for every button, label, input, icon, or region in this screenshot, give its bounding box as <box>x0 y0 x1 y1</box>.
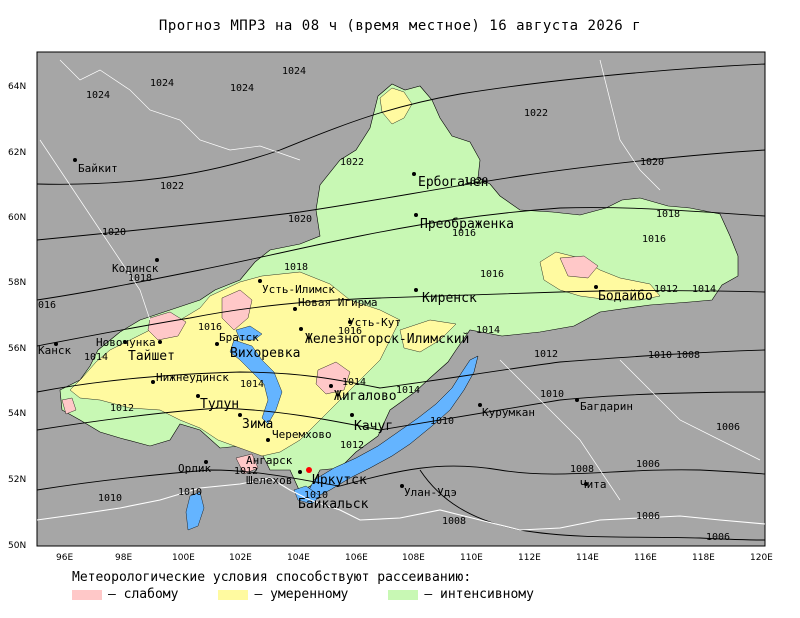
city-label-kodinsk: Кодинск <box>112 262 159 275</box>
isobar-label: 016 <box>38 300 56 311</box>
isobar-label: 1008 <box>442 516 466 527</box>
city-label-kachug: Качуг <box>354 419 393 434</box>
city-label-vikhorevka: Вихоревка <box>230 346 300 361</box>
lat-54n: 54N <box>8 409 26 419</box>
isobar-label: 1008 <box>676 350 700 361</box>
isobar-label: 1014 <box>342 377 366 388</box>
isobar-label: 1020 <box>102 227 126 238</box>
isobar-label: 1006 <box>636 459 660 470</box>
city-label-ust-ilimsk: Усть-Илимск <box>262 283 335 296</box>
city-label-kurumkan: Курумкан <box>482 406 535 419</box>
lon-102e: 102E <box>229 553 252 563</box>
lon-106e: 106E <box>345 553 368 563</box>
lon-100e: 100E <box>172 553 195 563</box>
isobar-label: 1012 <box>110 403 134 414</box>
city-label-bratsk: Братск <box>219 331 259 344</box>
isobar-label: 1016 <box>642 234 666 245</box>
city-label-cheremkhovo: Черемхово <box>272 428 332 441</box>
lat-50n: 50N <box>8 541 26 551</box>
isobar-label: 1022 <box>160 181 184 192</box>
city-label-angarsk: Ангарск <box>246 454 293 467</box>
city-label-nizhneudinsk: Нижнеудинск <box>156 371 229 384</box>
legend-swatch-intensive <box>388 589 419 600</box>
city-label-novaya-igirma: Новая Игирма <box>298 296 377 309</box>
isobar-label: 1006 <box>716 422 740 433</box>
city-label-tayshet: Тайшет <box>128 349 175 364</box>
city-label-shelekhov: Шелехов <box>246 474 292 487</box>
isobar-label: 1014 <box>240 379 264 390</box>
isobar-label: 1012 <box>340 440 364 451</box>
isobar-label: 1012 <box>654 284 678 295</box>
lon-116e: 116E <box>634 553 657 563</box>
lon-110e: 110E <box>460 553 483 563</box>
legend-label-moderate: – умеренному <box>254 587 349 602</box>
legend: Метеорологические условия способствуют р… <box>72 570 574 602</box>
legend-swatch-moderate <box>218 589 249 600</box>
isobar-label: 1014 <box>476 325 500 336</box>
isobar-label: 1010 <box>648 350 672 361</box>
isobar-label: 1010 <box>430 416 454 427</box>
isobar-label: 1018 <box>656 209 680 220</box>
city-label-irkutsk: Иркутск <box>312 473 367 488</box>
lon-120e: 120E <box>750 553 773 563</box>
isobar-label: 1022 <box>524 108 548 119</box>
isobar-label: 1010 <box>540 389 564 400</box>
city-label-zheleznogorsk: Железногорск-Илимский <box>305 332 469 347</box>
isobar-label: 1006 <box>706 532 730 543</box>
isobar-label: 1010 <box>98 493 122 504</box>
city-label-bagdarin: Багдарин <box>580 400 633 413</box>
isobar-label: 1014 <box>84 352 108 363</box>
lat-52n: 52N <box>8 475 26 485</box>
city-label-ulan-ude: Улан-Удэ <box>404 486 457 499</box>
city-label-baykalsk: Байкальск <box>298 497 369 512</box>
isobar-label: 1014 <box>396 385 420 396</box>
city-label-erbogachen: Ербогачен <box>418 175 488 190</box>
isobar-label: 1008 <box>570 464 594 475</box>
lat-64n: 64N <box>8 82 26 92</box>
isobar-label: 1020 <box>288 214 312 225</box>
lat-58n: 58N <box>8 278 26 288</box>
isobar-label: 1014 <box>692 284 716 295</box>
legend-swatch-weak <box>72 589 102 600</box>
lat-60n: 60N <box>8 213 26 223</box>
legend-label-weak: – слабому <box>108 587 179 602</box>
city-label-kirensk: Киренск <box>422 291 477 306</box>
city-label-orlik: Орлик <box>178 462 211 475</box>
isobar-label: 1020 <box>640 157 664 168</box>
city-label-novochunka: Новочунка <box>96 336 156 349</box>
isobar-label: 1010 <box>178 487 202 498</box>
lon-104e: 104E <box>287 553 310 563</box>
city-label-baikit: Байкит <box>78 162 118 175</box>
lon-114e: 114E <box>576 553 599 563</box>
forecast-map: 64N 62N 60N 58N 56N 54N 52N 50N 96E 98E … <box>8 51 773 563</box>
city-label-chita: Чита <box>580 478 607 491</box>
isobar-label: 1012 <box>534 349 558 360</box>
isobar-label: 1024 <box>86 90 110 101</box>
lon-98e: 98E <box>115 553 132 563</box>
city-label-zima: Зима <box>242 417 273 432</box>
city-label-zhigalovo: Жигалово <box>334 389 397 404</box>
city-label-tulun: Тулун <box>200 397 239 412</box>
city-label-kansk: Канск <box>38 344 71 357</box>
lon-108e: 108E <box>402 553 425 563</box>
isobar-label: 1022 <box>340 157 364 168</box>
lat-axis: 64N 62N 60N 58N 56N 54N 52N 50N <box>8 82 26 551</box>
legend-label-intensive: – интенсивному <box>424 587 534 602</box>
lon-96e: 96E <box>56 553 73 563</box>
city-label-preobrazhenka: Преображенка <box>420 217 514 232</box>
lon-118e: 118E <box>692 553 715 563</box>
city-label-bodaibo: Бодайбо <box>598 289 653 304</box>
lon-axis: 96E 98E 100E 102E 104E 106E 108E 110E 11… <box>56 553 773 563</box>
isobar-label: 1024 <box>230 83 254 94</box>
legend-caption: Метеорологические условия способствуют р… <box>72 570 472 585</box>
city-label-ust-kut: Усть-Кут <box>348 316 401 329</box>
isobar-label: 1018 <box>284 262 308 273</box>
lat-62n: 62N <box>8 148 26 158</box>
isobar-label: 1024 <box>150 78 174 89</box>
isobar-label: 1024 <box>282 66 306 77</box>
isobar-label: 1006 <box>636 511 660 522</box>
lat-56n: 56N <box>8 344 26 354</box>
isobar-label: 1016 <box>480 269 504 280</box>
lon-112e: 112E <box>518 553 541 563</box>
